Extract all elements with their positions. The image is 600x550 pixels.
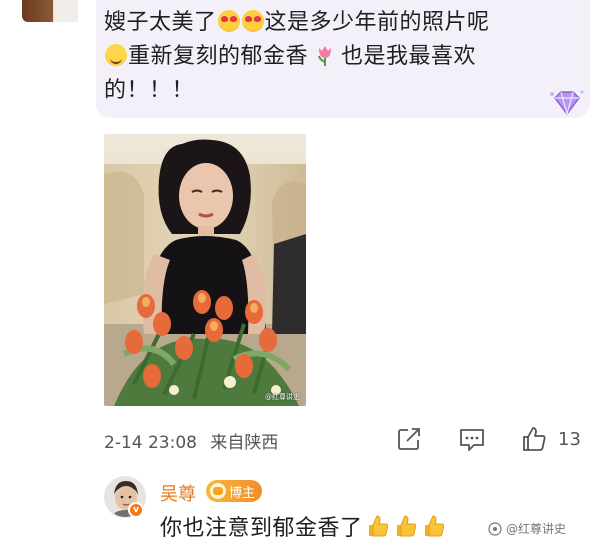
heart-eyes-emoji-icon [241,10,264,32]
reply-author-name[interactable]: 吴尊 [160,480,196,506]
grinning-emoji-icon [105,44,127,66]
comment-timestamp: 2-14 23:08 [104,433,197,453]
like-count: 13 [558,428,581,450]
comment-icon [460,429,484,451]
reply-button[interactable] [458,424,486,454]
comment-line-1: 嫂子太美了 这是多少年前的照片呢 [104,6,544,40]
host-tag: 博主 [206,480,263,502]
share-icon [398,428,420,450]
comment-line1-b: 这是多少年前的照片呢 [264,10,490,35]
reply-text: 你也注意到郁金香了 [160,516,363,541]
comment-line2-a: 重新复刻的郁金香 [128,44,309,69]
verified-badge-icon: v [128,502,144,518]
thumbs-up-emoji-icon [368,515,388,537]
host-badge-icon [210,483,226,499]
like-button[interactable]: 13 [520,424,581,454]
comment-line-2: 重新复刻的郁金香 也是我最喜欢 [104,40,544,74]
brand-watermark-text: @红尊讲史 [506,522,567,536]
comment-meta: 2-14 23:08 来自陕西 [104,428,286,453]
host-tag-label: 博主 [229,485,256,501]
thumbs-up-emoji-icon [424,515,444,537]
heart-eyes-emoji-icon [217,10,240,32]
share-button[interactable] [396,424,422,454]
tulip-emoji-icon [317,46,331,66]
reply-text-row: 你也注意到郁金香了 [160,510,447,542]
thumbs-up-icon [523,427,546,451]
brand-watermark: @红尊讲史 [488,520,566,537]
comment-photo[interactable]: @红尊讲史 [104,134,306,406]
comment-line-3: 的！！！ [104,78,195,103]
comment-text: 嫂子太美了 这是多少年前的照片呢 重新复刻的郁金香 也是我最喜欢 的！！！ [104,6,544,108]
brand-logo-icon [488,521,502,536]
comment-line1-a: 嫂子太美了 [104,10,217,35]
comment-line2-b: 也是我最喜欢 [341,44,477,69]
comment-location: 来自陕西 [210,433,279,453]
commenter-avatar[interactable] [22,0,78,22]
thumbs-up-emoji-icon [396,515,416,537]
portrait-with-tulips-image [104,134,306,406]
diamond-badge-icon [550,90,584,117]
photo-watermark: @红尊讲史 [265,393,300,401]
